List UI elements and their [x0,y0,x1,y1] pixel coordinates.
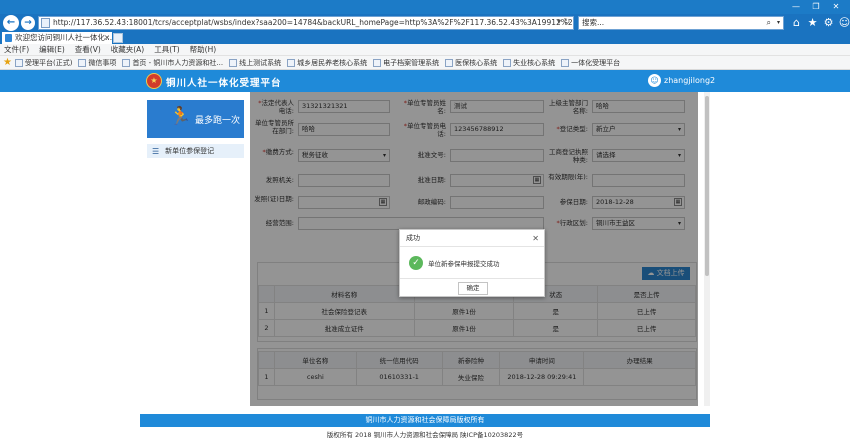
minimize-button[interactable]: — [786,1,806,12]
sidebar-item-new-unit-registration[interactable]: ☰ 新单位参保登记 [147,144,244,158]
dialog-title: 成功 [406,234,420,242]
footer-copyright: 铜川市人力资源和社会保障局版权所有 [140,414,710,427]
favorite-page-icon [445,58,454,67]
favorite-link[interactable]: 线上测试系统 [229,58,281,68]
favorite-link[interactable]: 首页 - 铜川市人力资源和社... [122,58,223,68]
close-icon[interactable]: ✕ [532,230,539,247]
menu-favorites[interactable]: 收藏夹(A) [111,44,144,55]
menu-tools[interactable]: 工具(T) [154,44,179,55]
national-emblem-icon: ★ [146,73,162,89]
tab-active[interactable]: 欢迎您访问铜川人社一体化... ✕ [2,32,112,44]
favorite-link[interactable]: 一体化受理平台 [561,58,620,68]
favorite-page-icon [122,58,131,67]
username: zhangjilong2 [664,76,716,85]
user-menu[interactable]: ☺ zhangjilong2 [648,74,715,87]
menu-bar: 文件(F) 编辑(E) 查看(V) 收藏夹(A) 工具(T) 帮助(H) [0,44,850,56]
sidebar-item-label: 新单位参保登记 [165,147,215,155]
favorite-page-icon [503,58,512,67]
favorite-link[interactable]: 微信事项 [78,58,116,68]
gear-icon[interactable]: ⚙ [822,15,835,31]
avatar: ☺ [648,74,661,87]
favorite-page-icon [373,58,382,67]
menu-view[interactable]: 查看(V) [75,44,101,55]
new-tab-button[interactable] [113,33,123,43]
browser-navbar: ← → http://117.36.52.43:18001/tcrs/accep… [0,14,850,32]
search-icon[interactable]: ⌕ [767,17,771,29]
search-dropdown-icon[interactable]: ▾ [777,17,780,29]
favorite-page-icon [78,58,87,67]
address-bar[interactable]: http://117.36.52.43:18001/tcrs/acceptpla… [38,16,574,30]
dialog-body: ✓ 单位新参保申报提交成功 [400,247,544,278]
favorites-star-icon[interactable]: ★ [806,15,819,31]
home-icon[interactable]: ⌂ [790,15,803,31]
window-titlebar: — ❐ ✕ [0,0,850,14]
page-icon [41,18,50,28]
window-controls: — ❐ ✕ [786,1,846,12]
list-icon: ☰ [152,146,160,156]
dialog-header: 成功 ✕ [400,230,544,247]
back-button[interactable]: ← [3,15,19,31]
scrollbar-thumb[interactable] [705,96,709,276]
browser-search-input[interactable]: 搜索... ⌕ ▾ [578,16,784,30]
favorite-page-icon [561,58,570,67]
tab-bar: 欢迎您访问铜川人社一体化... ✕ [0,32,850,44]
menu-edit[interactable]: 编辑(E) [39,44,65,55]
menu-help[interactable]: 帮助(H) [190,44,217,55]
favorites-bar: ★ 受理平台(正式) 微信事项 首页 - 铜川市人力资源和社... 线上测试系统… [0,56,850,70]
tab-page-icon [5,34,12,42]
runner-icon: 🏃 [169,106,192,127]
favorite-page-icon [14,58,23,67]
favorite-link[interactable]: 失业核心系统 [503,58,555,68]
site-header: ★ 铜川人社一体化受理平台 ☺ zhangjilong2 [0,70,850,92]
sidebar: 🏃 最多跑一次 ☰ 新单位参保登记 [140,92,250,414]
menu-file[interactable]: 文件(F) [4,44,29,55]
footer-icp: 版权所有 2018 铜川市人力资源和社会保障局 陕ICP备10203822号 [326,431,524,439]
smiley-feedback-icon[interactable]: ☺ [838,15,850,31]
favorite-link[interactable]: 电子档案管理系统 [373,58,439,68]
tab-title: 欢迎您访问铜川人社一体化... [15,33,112,42]
site-title: 铜川人社一体化受理平台 [166,78,282,89]
favorite-link[interactable]: 医保核心系统 [445,58,497,68]
check-circle-icon: ✓ [409,255,423,270]
favorite-link[interactable]: 城乡居民养老核心系统 [287,58,367,68]
dialog-footer: 确定 [400,278,544,298]
favorites-star-icon[interactable]: ★ [3,57,12,68]
confirm-button[interactable]: 确定 [458,282,488,295]
forward-button[interactable]: → [21,16,35,30]
maximize-button[interactable]: ❐ [806,1,826,12]
banner-text: 最多跑一次 [195,116,241,126]
browser-toolbar-icons: ⌂ ★ ⚙ ☺ [790,15,850,31]
page-scrollbar[interactable] [704,92,710,406]
favorite-link[interactable]: 受理平台(正式) [14,58,72,68]
favorite-page-icon [229,58,238,67]
dialog-message: 单位新参保申报提交成功 [428,259,500,268]
close-window-button[interactable]: ✕ [826,1,846,12]
run-once-banner: 🏃 最多跑一次 [147,100,244,138]
url-text: http://117.36.52.43:18001/tcrs/acceptpla… [53,18,573,27]
tab-close-icon[interactable]: ✕ [104,32,110,44]
favorite-page-icon [287,58,296,67]
refresh-icon[interactable]: ▾ ↻ [557,17,570,26]
search-placeholder: 搜索... [582,18,605,27]
success-dialog: 成功 ✕ ✓ 单位新参保申报提交成功 确定 [399,229,545,297]
